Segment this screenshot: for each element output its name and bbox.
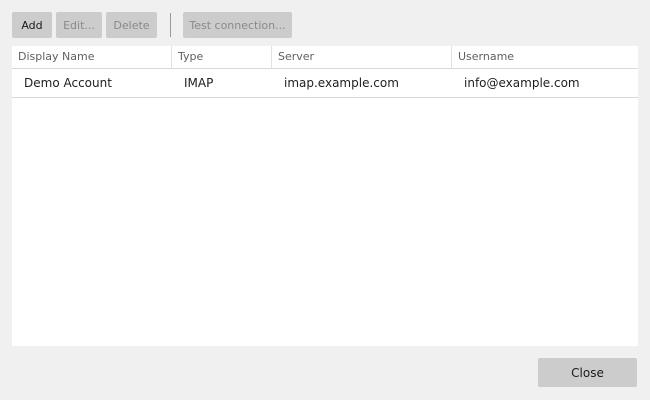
table-header: Display Name Type Server Username	[12, 46, 638, 69]
column-header-username[interactable]: Username	[452, 46, 638, 68]
edit-button[interactable]: Edit...	[56, 12, 102, 38]
column-header-display-name[interactable]: Display Name	[12, 46, 172, 68]
cell-type: IMAP	[184, 76, 214, 90]
add-button[interactable]: Add	[12, 12, 52, 38]
delete-button[interactable]: Delete	[106, 12, 157, 38]
test-connection-button[interactable]: Test connection...	[183, 12, 292, 38]
toolbar-separator	[170, 13, 171, 37]
column-header-type[interactable]: Type	[172, 46, 272, 68]
cell-server: imap.example.com	[284, 76, 399, 90]
column-header-server[interactable]: Server	[272, 46, 452, 68]
table-row[interactable]: Demo Account IMAP imap.example.com info@…	[12, 69, 638, 98]
accounts-table: Display Name Type Server Username Demo A…	[12, 46, 638, 346]
cell-username: info@example.com	[464, 76, 580, 90]
cell-display-name: Demo Account	[24, 76, 112, 90]
close-button[interactable]: Close	[538, 358, 637, 387]
toolbar: Add Edit... Delete Test connection...	[12, 12, 292, 38]
